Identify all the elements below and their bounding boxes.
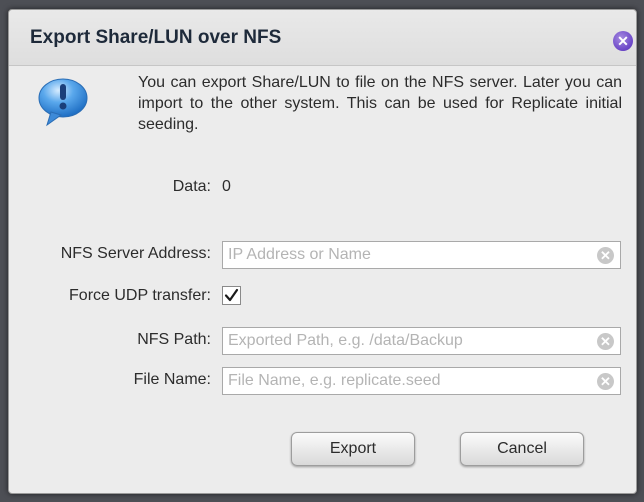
force-udp-label: Force UDP transfer: xyxy=(69,287,211,304)
nfs-server-field[interactable]: ✕ xyxy=(222,241,621,269)
clear-icon[interactable]: ✕ xyxy=(597,373,614,390)
data-label: Data: xyxy=(172,178,211,195)
clear-icon[interactable]: ✕ xyxy=(597,247,614,264)
dialog-titlebar: Export Share/LUN over NFS ✕ xyxy=(9,10,636,66)
nfs-server-input[interactable] xyxy=(223,242,598,268)
data-value: 0 xyxy=(222,178,231,195)
cancel-button[interactable]: Cancel xyxy=(460,432,584,466)
export-button[interactable]: Export xyxy=(291,432,415,466)
checkmark-icon xyxy=(224,288,239,302)
close-icon[interactable]: ✕ xyxy=(613,31,633,51)
clear-icon[interactable]: ✕ xyxy=(597,333,614,350)
nfs-path-label: NFS Path: xyxy=(137,331,211,348)
file-name-label: File Name: xyxy=(133,371,211,388)
info-exclamation-icon xyxy=(38,78,88,127)
force-udp-checkbox[interactable] xyxy=(222,286,241,305)
nfs-server-label: NFS Server Address: xyxy=(60,245,211,262)
file-name-input[interactable] xyxy=(223,368,598,394)
file-name-field[interactable]: ✕ xyxy=(222,367,621,395)
dialog-message: You can export Share/LUN to file on the … xyxy=(138,74,622,133)
nfs-path-input[interactable] xyxy=(223,328,598,354)
dialog-title: Export Share/LUN over NFS xyxy=(30,27,282,48)
export-dialog: Export Share/LUN over NFS ✕ You can expo… xyxy=(8,9,637,494)
nfs-path-field[interactable]: ✕ xyxy=(222,327,621,355)
